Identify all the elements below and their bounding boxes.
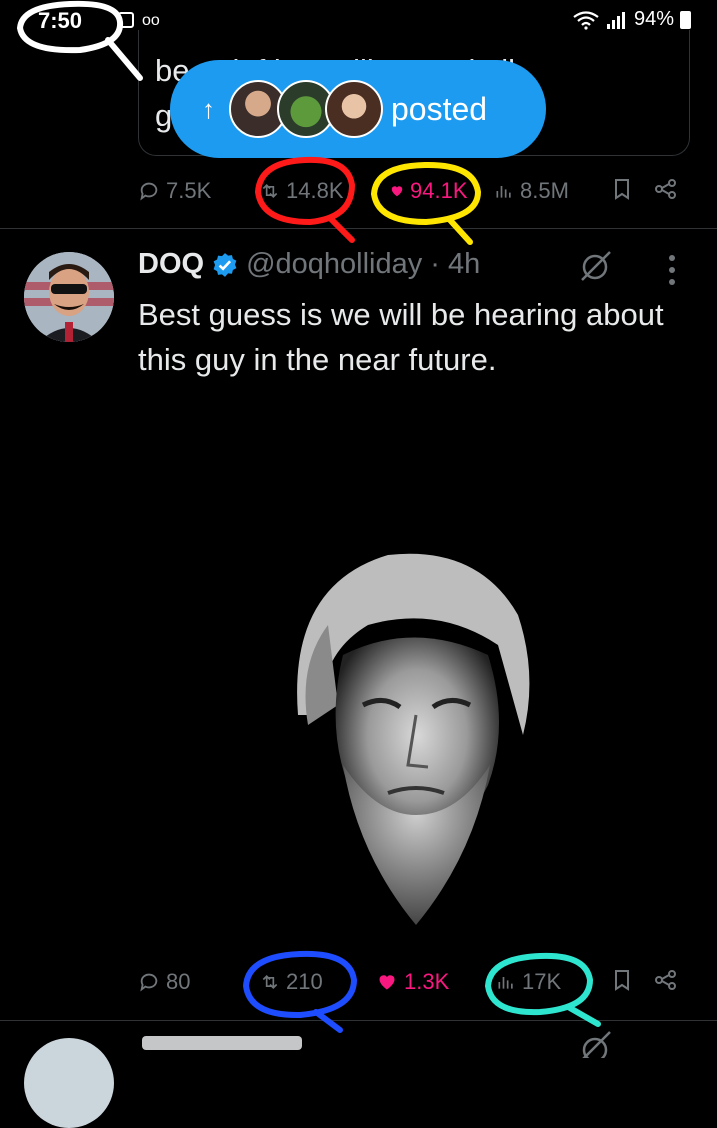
- annotation-cyan-loop: [484, 952, 601, 1027]
- annotation-white-loop: [16, 0, 143, 81]
- next-tweet-avatar[interactable]: [24, 1038, 114, 1128]
- annotation-red-loop: [254, 156, 355, 243]
- annotation-yellow-loop: [370, 161, 481, 245]
- annotation-blue-loop: [242, 950, 357, 1033]
- annotation-overlay: [16, 0, 601, 1033]
